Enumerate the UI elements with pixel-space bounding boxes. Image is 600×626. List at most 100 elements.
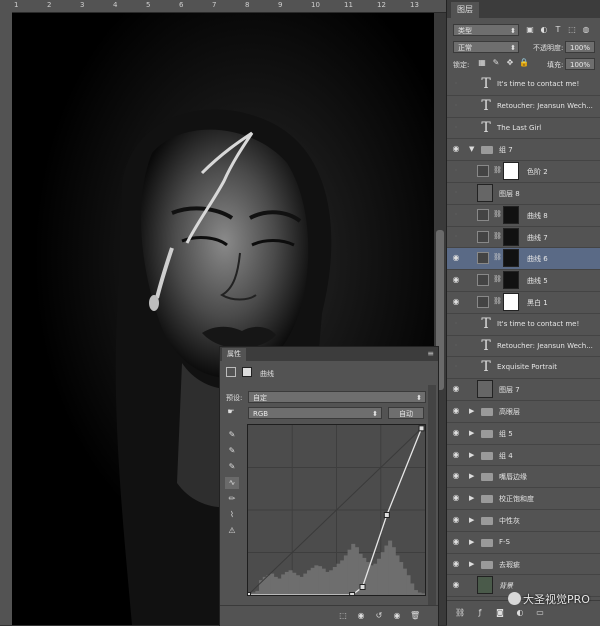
filter-kind-select[interactable]: 类型 ⬍: [453, 24, 519, 36]
eye-icon[interactable]: ·: [451, 362, 461, 372]
eye-icon[interactable]: ◉: [451, 144, 461, 154]
eye-icon[interactable]: ·: [451, 166, 461, 176]
auto-button[interactable]: 自动: [388, 407, 424, 419]
curve-control-point[interactable]: [418, 425, 425, 432]
eye-icon[interactable]: ◉: [451, 428, 461, 438]
layer-row[interactable]: · T Retoucher: Jeansun Wech...: [447, 336, 600, 358]
mask-thumbnail[interactable]: [503, 205, 519, 224]
adjustment-filter-icon[interactable]: ◐: [539, 25, 549, 35]
view-previous-icon[interactable]: ◉: [356, 611, 366, 621]
layer-row[interactable]: · ⛓ 曲线 8: [447, 205, 600, 227]
opacity-input[interactable]: 100%: [565, 41, 595, 53]
curve-control-point[interactable]: [349, 592, 356, 598]
curve-tool-icon[interactable]: ∿: [225, 477, 239, 489]
eye-icon[interactable]: ·: [451, 210, 461, 220]
eye-icon[interactable]: ·: [451, 123, 461, 133]
eye-icon[interactable]: ·: [451, 319, 461, 329]
properties-scrollbar[interactable]: [428, 385, 436, 605]
eye-icon[interactable]: ·: [451, 79, 461, 89]
trash-icon[interactable]: 🗑: [410, 611, 420, 621]
expand-arrow-icon[interactable]: ▶: [469, 451, 474, 459]
expand-arrow-icon[interactable]: ▼: [469, 145, 474, 153]
eye-icon[interactable]: ◉: [451, 253, 461, 263]
eye-icon[interactable]: ◉: [451, 297, 461, 307]
link-icon[interactable]: ⛓: [455, 608, 465, 618]
pixel-filter-icon[interactable]: ▣: [525, 25, 535, 35]
layer-row[interactable]: ◉ ▼ 组 7: [447, 139, 600, 162]
eye-icon[interactable]: ◉: [451, 559, 461, 569]
shape-filter-icon[interactable]: ⬚: [567, 25, 577, 35]
expand-arrow-icon[interactable]: ▶: [469, 560, 474, 568]
fill-input[interactable]: 100%: [565, 58, 595, 70]
layer-row[interactable]: ◉ ▶ 嘴唇边缘: [447, 466, 600, 489]
layer-row[interactable]: · ⛓ 曲线 7: [447, 227, 600, 249]
expand-arrow-icon[interactable]: ▶: [469, 407, 474, 415]
blend-mode-select[interactable]: 正常 ⬍: [453, 41, 519, 53]
eye-icon[interactable]: ◉: [392, 611, 402, 621]
curve-control-point[interactable]: [359, 584, 366, 590]
eye-icon[interactable]: ·: [451, 341, 461, 351]
curves-chart[interactable]: [245, 424, 426, 598]
layer-row[interactable]: ◉ ⛓ 曲线 6: [447, 248, 600, 271]
layer-row[interactable]: ◉ ▶ 中性灰: [447, 510, 600, 532]
warning-icon[interactable]: ⚠: [225, 525, 239, 537]
eye-icon[interactable]: ◉: [451, 450, 461, 460]
layer-row[interactable]: ◉ ▶ 校正饱和度: [447, 488, 600, 510]
mask-icon[interactable]: [242, 367, 252, 377]
layer-row[interactable]: ◉ ▶ 组 5: [447, 423, 600, 445]
lock-all-icon[interactable]: 🔒: [519, 58, 529, 68]
mask-thumbnail[interactable]: [503, 227, 519, 246]
reset-icon[interactable]: ↺: [374, 611, 384, 621]
expand-arrow-icon[interactable]: ▶: [469, 429, 474, 437]
expand-arrow-icon[interactable]: ▶: [469, 472, 474, 480]
layer-row[interactable]: ◉ ▶ F-S: [447, 532, 600, 554]
mask-thumbnail[interactable]: [503, 249, 519, 268]
panel-menu-icon[interactable]: ≡: [427, 349, 434, 358]
eyedropper-icon[interactable]: ✎: [225, 461, 239, 473]
new-adjustment-icon[interactable]: ◐: [515, 608, 525, 618]
eye-icon[interactable]: ◉: [451, 537, 461, 547]
layer-row[interactable]: · T It's time to contact me!: [447, 74, 600, 96]
tab-properties[interactable]: 属性: [222, 348, 246, 361]
eye-icon[interactable]: ·: [451, 101, 461, 111]
pencil-icon[interactable]: ✏: [225, 493, 239, 505]
lock-pixels-icon[interactable]: ✎: [491, 58, 501, 68]
layer-row[interactable]: ◉ ⛓ 黑白 1: [447, 292, 600, 314]
layer-row[interactable]: ◉ 图层 7: [447, 379, 600, 401]
eyedropper-icon[interactable]: ✎: [225, 445, 239, 457]
layer-thumbnail[interactable]: [477, 380, 493, 399]
layer-row[interactable]: · T Exquisite Portrait: [447, 357, 600, 380]
tab-layers[interactable]: 图层: [451, 2, 479, 18]
eye-icon[interactable]: ◉: [451, 275, 461, 285]
layer-row[interactable]: · T It's time to contact me!: [447, 314, 600, 336]
eye-icon[interactable]: ◉: [451, 406, 461, 416]
eye-icon[interactable]: ·: [451, 232, 461, 242]
fx-icon[interactable]: ƒ: [475, 608, 485, 618]
mask-thumbnail[interactable]: [503, 271, 519, 290]
layer-row[interactable]: ◉ ▶ 高眼层: [447, 401, 600, 423]
channel-select[interactable]: RGB ⬍: [248, 407, 382, 419]
new-group-icon[interactable]: ▭: [535, 608, 545, 618]
curves-graph[interactable]: [245, 424, 426, 598]
layer-thumbnail[interactable]: [477, 576, 493, 595]
curve-control-point[interactable]: [383, 512, 390, 518]
layer-row[interactable]: ◉ ⛓ 曲线 5: [447, 270, 600, 292]
add-mask-icon[interactable]: ◙: [495, 608, 505, 618]
hand-adjust-icon[interactable]: ☛: [226, 407, 236, 417]
expand-arrow-icon[interactable]: ▶: [469, 494, 474, 502]
layer-row[interactable]: · 图层 8: [447, 183, 600, 205]
mask-thumbnail[interactable]: [503, 293, 519, 311]
eye-icon[interactable]: ◉: [451, 471, 461, 481]
lock-transparent-icon[interactable]: ▦: [477, 58, 487, 68]
eye-icon[interactable]: ◉: [451, 384, 461, 394]
layer-row[interactable]: · T The Last Girl: [447, 118, 600, 140]
eye-icon[interactable]: ◉: [451, 580, 461, 590]
layer-thumbnail[interactable]: [477, 184, 493, 202]
lock-position-icon[interactable]: ✥: [505, 58, 515, 68]
layer-row[interactable]: · T Retoucher: Jeansun Wech...: [447, 96, 600, 118]
eye-icon[interactable]: ·: [451, 188, 461, 198]
layer-row[interactable]: ◉ ▶ 去瑕疵: [447, 554, 600, 576]
layer-row[interactable]: · ⛓ 色阶 2: [447, 161, 600, 183]
curve-control-point[interactable]: [245, 592, 251, 598]
mask-thumbnail[interactable]: [503, 162, 519, 181]
